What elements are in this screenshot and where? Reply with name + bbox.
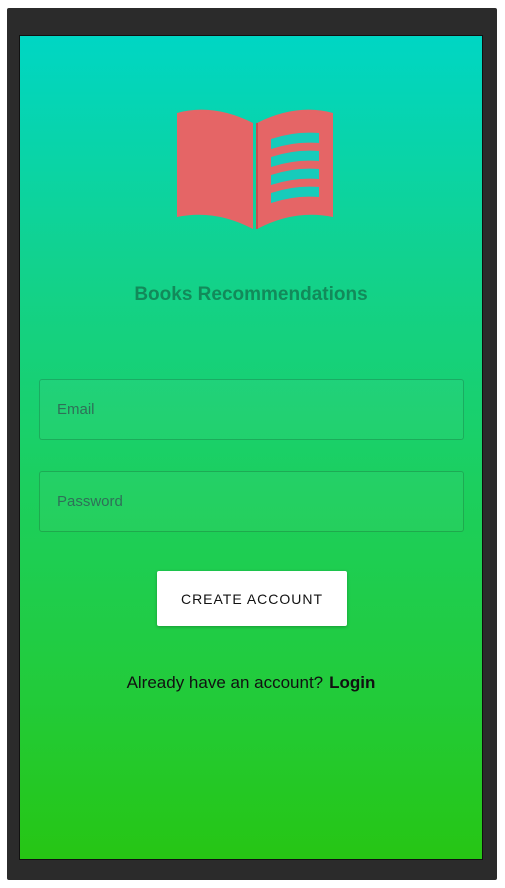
password-input[interactable]: [40, 472, 463, 531]
login-prompt: Already have an account? Login: [20, 673, 482, 693]
create-account-button[interactable]: CREATE ACCOUNT: [157, 571, 347, 626]
open-book-icon: [177, 109, 333, 229]
app-screen: Books Recommendations CREATE ACCOUNT Alr…: [19, 35, 483, 860]
login-link[interactable]: Login: [329, 673, 375, 692]
password-field[interactable]: [39, 471, 464, 532]
email-input[interactable]: [40, 380, 463, 439]
app-title: Books Recommendations: [134, 284, 368, 305]
email-field[interactable]: [39, 379, 464, 440]
login-prompt-text: Already have an account?: [126, 673, 324, 692]
